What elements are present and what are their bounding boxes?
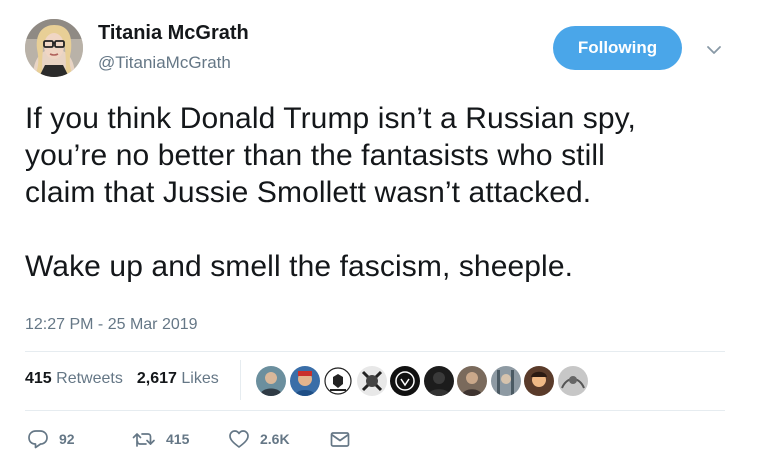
reply-button[interactable]: 92 <box>27 428 75 450</box>
liker-avatar-6[interactable] <box>423 366 454 396</box>
display-name[interactable]: Titania McGrath <box>98 22 249 45</box>
divider <box>25 410 725 411</box>
profile-photo-icon <box>25 19 83 77</box>
tweet-timestamp[interactable]: 12:27 PM - 25 Mar 2019 <box>25 316 198 334</box>
retweet-icon <box>132 433 155 447</box>
liker-avatar-8[interactable] <box>490 366 521 396</box>
tweet-text-line: claim that Jussie Smollett wasn’t attack… <box>25 176 592 209</box>
liker-avatar-9[interactable] <box>524 366 554 396</box>
reply-icon <box>28 430 48 449</box>
direct-message-button[interactable] <box>329 428 361 450</box>
like-count: 2.6K <box>260 431 290 447</box>
following-button[interactable]: Following <box>553 26 682 70</box>
retweet-count: 415 <box>166 431 190 447</box>
tweet-text-line: Wake up and smell the fascism, sheeple. <box>25 250 574 283</box>
likes-stat[interactable]: 2,617 Likes <box>137 370 219 388</box>
tweet-text-line: you’re no better than the fantasists who… <box>25 139 605 172</box>
liker-avatar-3[interactable] <box>323 366 353 396</box>
liker-avatar-1[interactable] <box>256 366 286 396</box>
retweets-stat[interactable]: 415 Retweets <box>25 370 123 388</box>
tweet-text-line: If you think Donald Trump isn’t a Russia… <box>25 102 636 135</box>
liker-avatar-5[interactable] <box>390 366 420 396</box>
likes-label: Likes <box>181 370 219 387</box>
avatar[interactable] <box>25 19 83 77</box>
retweets-label: Retweets <box>56 370 123 387</box>
heart-icon <box>229 430 249 448</box>
tweet-card: Titania McGrath @TitaniaMcGrath Followin… <box>0 0 758 474</box>
envelope-icon <box>330 432 350 447</box>
like-button[interactable]: 2.6K <box>228 428 290 450</box>
likes-count: 2,617 <box>136 370 177 387</box>
divider <box>25 351 725 352</box>
liker-avatars <box>256 366 591 396</box>
tweet-text: If you think Donald Trump isn’t a Russia… <box>25 100 745 285</box>
user-handle[interactable]: @TitaniaMcGrath <box>98 53 231 73</box>
stats-separator <box>240 360 241 400</box>
liker-avatar-2[interactable] <box>289 366 320 396</box>
liker-avatar-4[interactable] <box>356 366 387 396</box>
tweet-stats: 415 Retweets 2,617 Likes <box>25 370 219 388</box>
liker-avatar-7[interactable] <box>457 366 487 396</box>
reply-count: 92 <box>59 431 75 447</box>
chevron-down-icon[interactable] <box>704 40 724 60</box>
liker-avatar-10[interactable] <box>557 366 588 396</box>
retweet-button[interactable]: 415 <box>132 428 189 450</box>
retweets-count: 415 <box>25 370 52 387</box>
